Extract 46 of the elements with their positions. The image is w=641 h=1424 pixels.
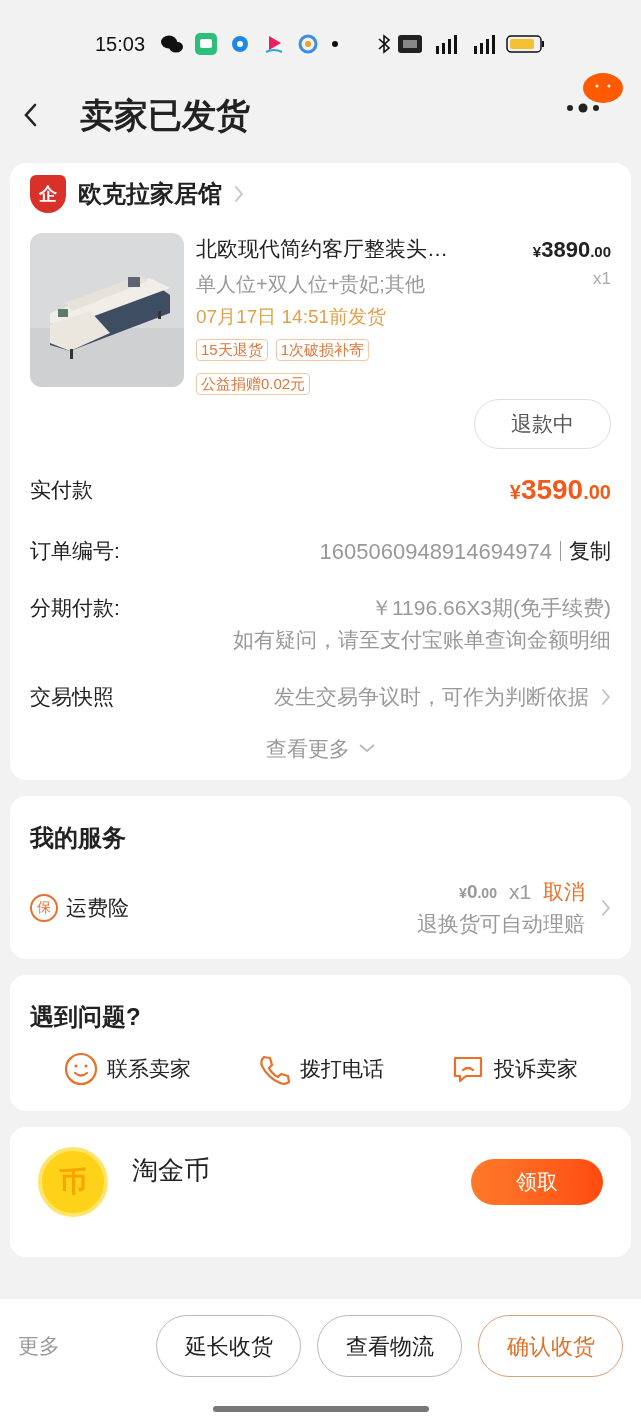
ship-deadline: 07月17日 14:51前发货 [196,304,388,329]
message-app-icon [195,33,218,55]
product-title[interactable]: 北欧现代简约客厅整装头… [196,233,521,265]
section-title: 我的服务 [30,824,126,851]
ring-app-icon [297,33,320,55]
back-icon [24,103,38,127]
chat-app-icon [161,34,184,54]
service-note: 退换货可自动理赔 [417,910,586,937]
battery-icon [506,34,546,54]
service-price: ¥0.00 [459,879,497,904]
smiley-icon [62,1051,99,1087]
shop-badge-icon: 企 [30,175,66,213]
chevron-right-icon [234,185,244,203]
service-quantity: x1 [508,879,532,905]
shop-name-link[interactable]: 欧克拉家居馆 [78,176,222,212]
row-label: 交易快照 [30,684,114,710]
bluetooth-icon [378,34,390,54]
installment-note: 如有疑问，请至支付宝账单查询金额明细 [232,627,611,653]
service-tag: 公益捐赠0.02元 [196,373,311,395]
row-label: 分期付款: [30,594,120,621]
chevron-right-icon [601,898,611,917]
contact-option[interactable]: 投诉卖家 [450,1051,579,1087]
coin-title: 淘金币 [132,1154,210,1187]
chevron-down-icon [357,743,376,754]
service-tag: 1次破损补寄 [275,339,370,361]
product-variant: 单人位+双人位+贵妃;其他 [196,271,426,297]
chevron-right-icon [601,687,611,706]
refund-status-button[interactable]: 退款中 [474,399,611,449]
hd-icon [398,35,422,53]
row-label: 订单编号: [30,538,120,565]
insurance-badge-icon: 保 [30,893,58,922]
service-name: 运费险 [66,894,129,921]
paid-amount: ¥3590.00 [509,472,611,507]
section-title: 遇到问题? [30,1003,141,1030]
contact-option[interactable]: 拨打电话 [256,1051,385,1087]
installment-value: ￥1196.66X3期(免手续费) [370,594,611,621]
product-price: ¥3890.00 [532,236,611,264]
product-quantity: x1 [593,268,611,290]
contact-option[interactable]: 联系卖家 [62,1051,191,1087]
dot-icon [331,40,340,48]
row-label: 实付款 [30,476,93,503]
page-title: 卖家已发货 [80,94,250,136]
copy-button[interactable]: 复制 [569,535,611,567]
status-time: 15:03 [95,32,146,57]
order-number: 1605060948914694974 [319,537,552,566]
service-tag: 15天退货 [196,339,268,361]
